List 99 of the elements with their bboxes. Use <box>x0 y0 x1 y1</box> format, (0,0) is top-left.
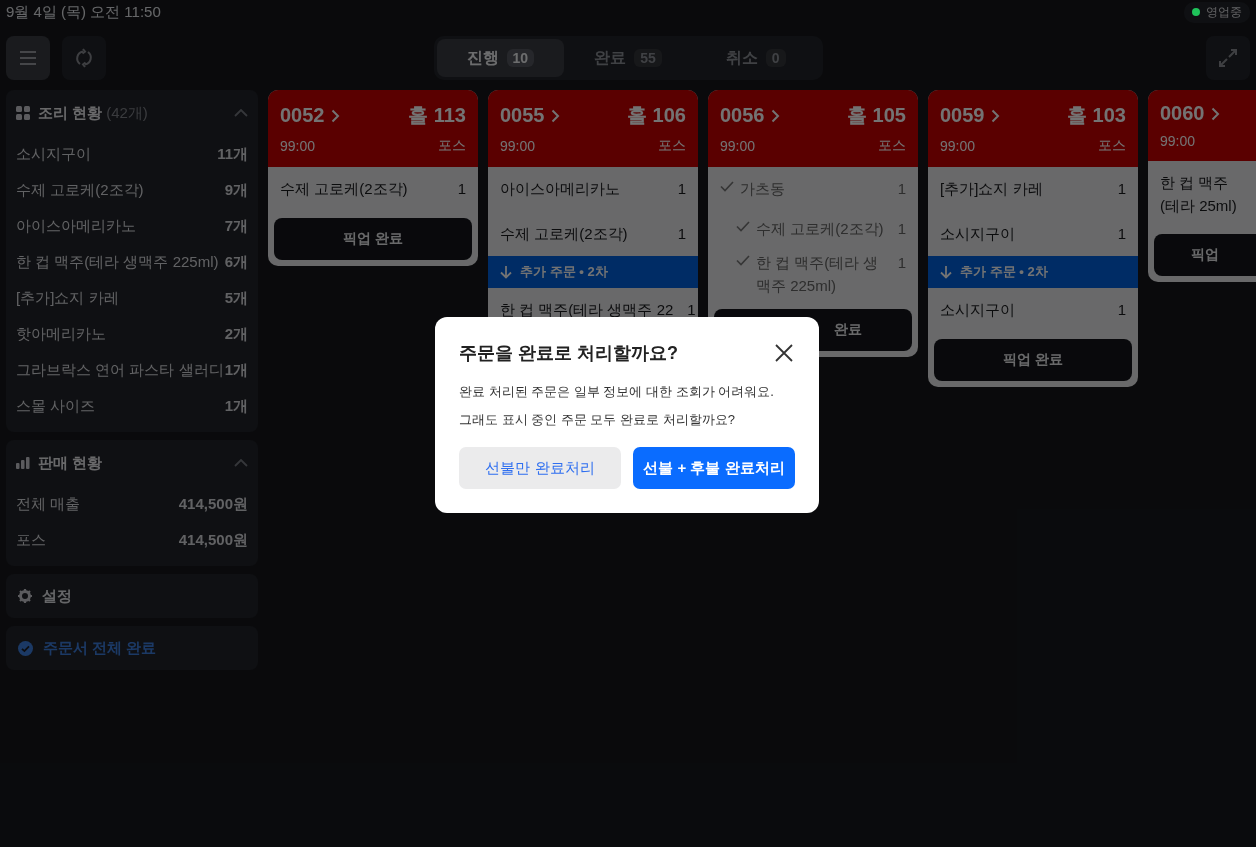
check-icon <box>736 255 750 266</box>
order-number[interactable]: 0056 <box>720 104 780 127</box>
chevron-right-icon <box>990 108 1000 123</box>
menu-item-name: 소시지구이 <box>16 144 91 164</box>
arrow-down-icon <box>940 265 952 279</box>
order-time: 99:00 <box>500 138 536 154</box>
menu-item-quantity: 7개 <box>224 216 248 236</box>
settings-button[interactable]: 설정 <box>6 574 258 618</box>
order-source: 포스 <box>878 137 906 155</box>
order-time: 99:00 <box>280 138 316 154</box>
store-status-label: 영업중 <box>1206 3 1242 21</box>
dialog-message: 완료 처리된 주문은 일부 정보에 대한 조회가 어려워요. <box>459 383 775 401</box>
order-time: 99:00 <box>720 138 756 154</box>
check-icon <box>736 220 750 232</box>
refresh-button[interactable] <box>62 36 106 80</box>
order-source: 포스 <box>438 137 466 155</box>
order-time: 99:00 <box>940 138 976 154</box>
order-time: 99:00 <box>1160 133 1196 149</box>
sales-label: 전체 매출 <box>16 494 81 514</box>
order-item-name: 가츠동 <box>740 179 786 199</box>
menu-item-quantity: 1개 <box>224 360 248 380</box>
bar-chart-icon <box>16 457 30 469</box>
order-item-name: 소시지구이 <box>940 300 1016 320</box>
gear-icon <box>18 589 32 603</box>
order-item-quantity: 1 <box>1116 223 1126 244</box>
pickup-complete-button[interactable]: 픽업 완료 <box>274 217 472 260</box>
menu-item-name: 핫아메리카노 <box>16 324 106 344</box>
order-item-name: [추가]쇼지 카레 <box>940 179 1044 199</box>
order-item-quantity: 1 <box>896 218 906 239</box>
chevron-right-icon <box>330 108 340 123</box>
check-circle-icon <box>18 640 33 656</box>
sales-amount: 414,500원 <box>178 530 248 550</box>
menu-item-name: 아이스아메리카노 <box>16 216 136 236</box>
menu-item-quantity: 1개 <box>224 396 248 416</box>
chevron-right-icon <box>1210 106 1220 121</box>
order-item-quantity: 1 <box>456 179 466 199</box>
arrow-down-icon <box>500 265 512 279</box>
menu-item-name: [추가]쇼지 카레 <box>16 288 119 308</box>
table-number: 홀 106 <box>627 103 686 128</box>
order-number[interactable]: 0055 <box>500 104 560 127</box>
dialog-message: 그래도 표시 중인 주문 모두 완료로 처리할까요? <box>459 411 736 430</box>
menu-button[interactable] <box>6 36 50 80</box>
panel-title: 조리 현황 <box>38 103 103 123</box>
dialog-action-button[interactable]: 선불 + 후불 완료처리 <box>633 447 795 490</box>
close-icon <box>775 344 793 362</box>
menu-icon <box>19 51 37 65</box>
dialog-action-button[interactable]: 선불만 완료처리 <box>459 447 621 490</box>
order-item-option: 수제 고로케(2조각) <box>756 217 884 240</box>
menu-item-quantity: 5개 <box>224 288 248 308</box>
fullscreen-button[interactable] <box>1206 36 1250 80</box>
order-number[interactable]: 0060 <box>1160 102 1220 125</box>
table-number: 홀 105 <box>847 103 906 128</box>
collapse-chevron-icon[interactable] <box>234 109 248 117</box>
order-item-quantity: 1 <box>676 223 686 244</box>
menu-item-quantity: 6개 <box>224 252 248 272</box>
order-number[interactable]: 0059 <box>940 104 1000 127</box>
order-item-quantity: 1 <box>686 300 696 320</box>
date-time: 9월 4일 (목) 오전 11:50 <box>6 2 161 22</box>
chevron-right-icon <box>770 108 780 123</box>
panel-title: 판매 현황 <box>38 453 103 473</box>
order-source: 포스 <box>1098 137 1126 155</box>
menu-item-name: 스몰 사이즈 <box>16 396 96 416</box>
menu-item-quantity: 11개 <box>217 144 248 164</box>
order-item-option: 한 컵 맥주(테라 생맥주 225ml) <box>756 252 884 297</box>
order-item-name: 소시지구이 <box>940 223 1016 244</box>
pickup-complete-button[interactable]: 픽업 완료 <box>934 338 1132 381</box>
additional-order-label: 추가 주문 • 2차 <box>960 263 1048 281</box>
additional-order-label: 추가 주문 • 2차 <box>520 263 608 281</box>
sales-label: 포스 <box>16 530 46 550</box>
order-item-name: 수제 고로케(2조각) <box>280 179 409 199</box>
menu-item-quantity: 2개 <box>224 324 248 344</box>
refresh-icon <box>74 48 94 68</box>
table-number: 홀 113 <box>408 103 466 128</box>
order-item-name: 한 컵 맥주(테라 생맥주 22 <box>500 300 674 320</box>
status-tab[interactable]: 진행 10 <box>436 39 565 77</box>
pickup-complete-button[interactable]: 픽업 <box>1154 234 1256 276</box>
dialog-title: 주문을 완료로 처리할까요? <box>459 342 678 365</box>
close-button[interactable] <box>773 342 795 364</box>
order-source: 포스 <box>658 137 686 155</box>
menu-item-name: 그라브락스 연어 파스타 샐러디 <box>16 360 224 380</box>
order-item-name: 수제 고로케(2조각) <box>500 223 629 244</box>
order-item-quantity: 1 <box>896 179 906 199</box>
order-item-quantity: 1 <box>1116 179 1126 199</box>
order-item-quantity: 1 <box>676 179 686 199</box>
menu-item-name: 한 컵 맥주(테라 생맥주 225ml) <box>16 252 219 272</box>
order-item-name: 한 컵 맥주(테라 25ml) <box>1160 173 1238 216</box>
collapse-chevron-icon[interactable] <box>234 459 248 467</box>
table-number: 홀 103 <box>1067 103 1126 128</box>
order-item-quantity: 1 <box>896 253 906 273</box>
order-item-quantity: 1 <box>1116 300 1126 320</box>
grid-icon <box>16 106 30 120</box>
expand-icon <box>1218 48 1238 68</box>
menu-item-quantity: 9개 <box>224 180 248 200</box>
order-item-name: 아이스아메리카노 <box>500 179 621 199</box>
menu-item-name: 수제 고로케(2조각) <box>16 180 144 200</box>
check-icon <box>720 181 734 192</box>
chevron-right-icon <box>550 108 560 123</box>
order-number[interactable]: 0052 <box>280 104 340 127</box>
sales-amount: 414,500원 <box>178 494 248 514</box>
